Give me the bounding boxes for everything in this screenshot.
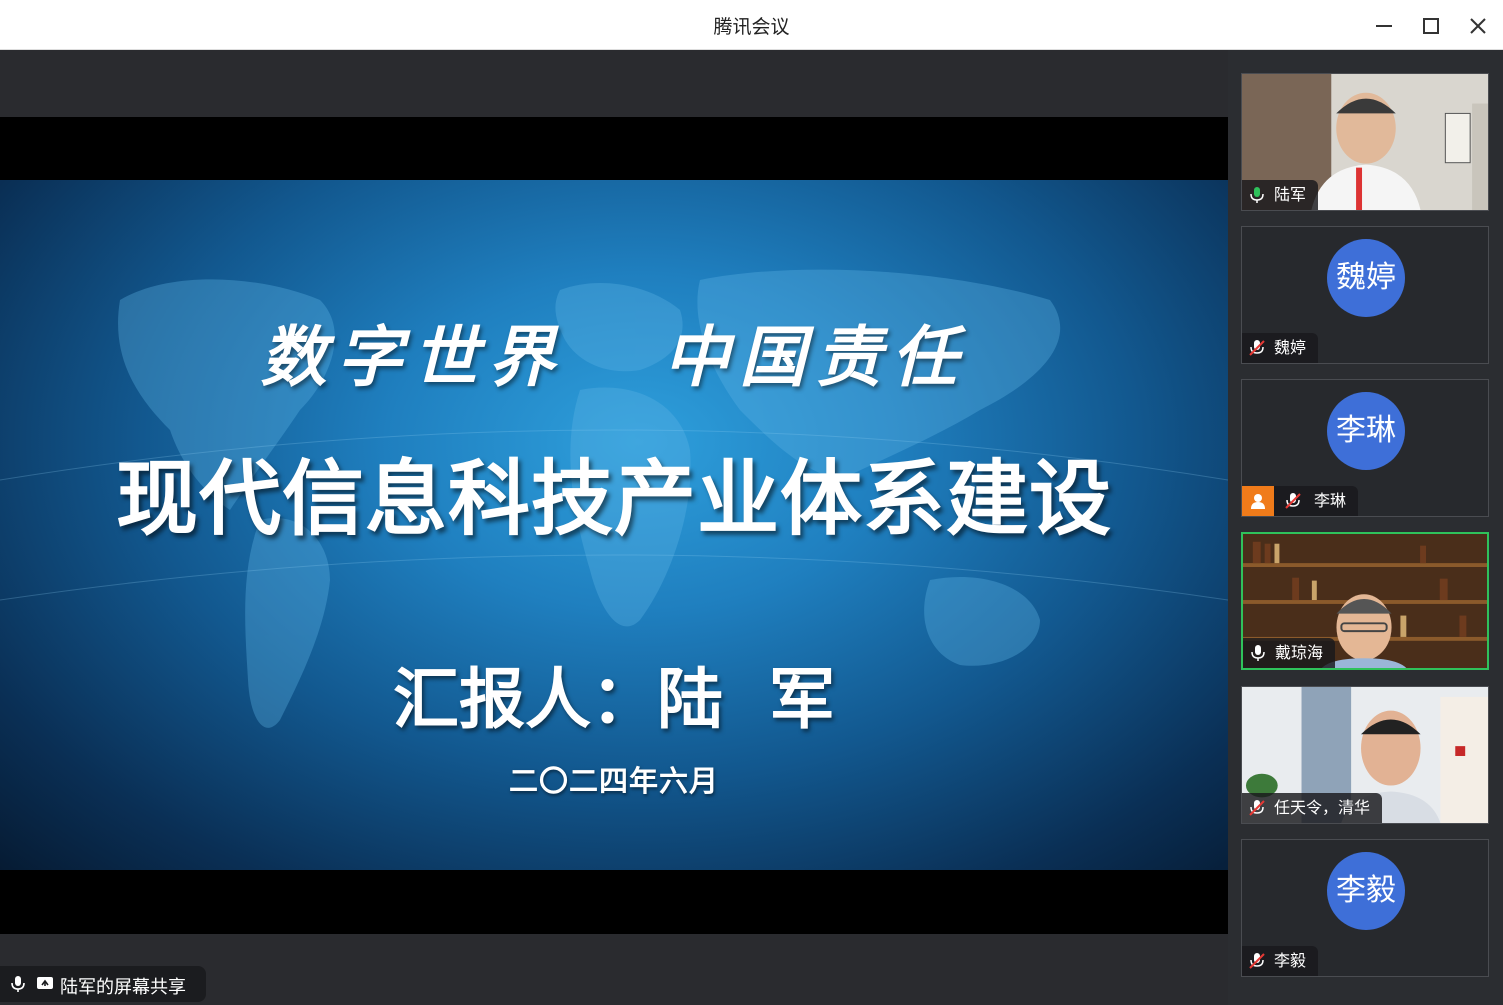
- avatar: 李毅: [1327, 852, 1405, 930]
- participant-nametag: 陆军: [1242, 180, 1319, 210]
- muted-microphone-icon: [1285, 493, 1301, 509]
- muted-microphone-icon: [1249, 953, 1265, 969]
- screen-share-icon: [37, 977, 53, 989]
- slide-reporter: 汇报人：陆 军: [393, 661, 835, 738]
- presentation-slide: 数字世界 中国责任 现代信息科技产业体系建设 汇报人：陆 军 二〇二四年六月: [0, 180, 1228, 870]
- letterbox-bottom: [0, 870, 1228, 934]
- maximize-icon[interactable]: [1415, 10, 1447, 42]
- microphone-icon[interactable]: [8, 974, 28, 994]
- letterbox-top: [0, 117, 1228, 180]
- participant-name: 任天令，清华: [1274, 798, 1371, 817]
- screen-share-status[interactable]: 陆军的屏幕共享: [0, 966, 206, 1002]
- screen-share-label: 陆军的屏幕共享: [60, 977, 186, 998]
- slide-title-line2: 现代信息科技产业体系建设: [115, 452, 1112, 547]
- participant-tile[interactable]: 陆军: [1241, 73, 1489, 211]
- avatar: 魏婷: [1327, 239, 1405, 317]
- participant-nametag: 任天令，清华: [1242, 793, 1383, 823]
- muted-microphone-icon: [1249, 340, 1265, 356]
- microphone-icon: [1251, 645, 1265, 661]
- window-titlebar: 腾讯会议: [0, 0, 1503, 50]
- muted-microphone-icon: [1249, 800, 1265, 816]
- close-icon[interactable]: [1462, 10, 1494, 42]
- participant-nametag: 魏婷: [1242, 333, 1319, 363]
- slide-date: 二〇二四年六月: [508, 764, 719, 798]
- host-badge: [1242, 486, 1274, 516]
- participant-tile[interactable]: 李毅 李毅: [1241, 839, 1489, 977]
- participant-nametag: 李琳: [1242, 486, 1359, 516]
- person-icon: [1251, 494, 1265, 509]
- microphone-icon: [1250, 187, 1264, 203]
- participant-nametag: 戴琼海: [1243, 638, 1336, 668]
- participant-name: 魏婷: [1274, 338, 1307, 357]
- participant-nametag: 李毅: [1242, 946, 1319, 976]
- minimize-icon[interactable]: [1368, 10, 1400, 42]
- participant-name: 李琳: [1314, 491, 1347, 510]
- participant-name: 李毅: [1274, 951, 1307, 970]
- participant-tile[interactable]: 戴琼海: [1241, 532, 1489, 670]
- avatar: 李琳: [1327, 392, 1405, 470]
- participant-tile[interactable]: 魏婷 魏婷: [1241, 226, 1489, 364]
- participant-name: 陆军: [1274, 185, 1307, 204]
- participant-name: 戴琼海: [1275, 643, 1324, 662]
- participant-tile[interactable]: 李琳 李琳: [1241, 379, 1489, 517]
- slide-title-line1: 数字世界 中国责任: [260, 318, 968, 396]
- window-title: 腾讯会议: [713, 16, 790, 38]
- participant-tile[interactable]: 任天令，清华: [1241, 686, 1489, 824]
